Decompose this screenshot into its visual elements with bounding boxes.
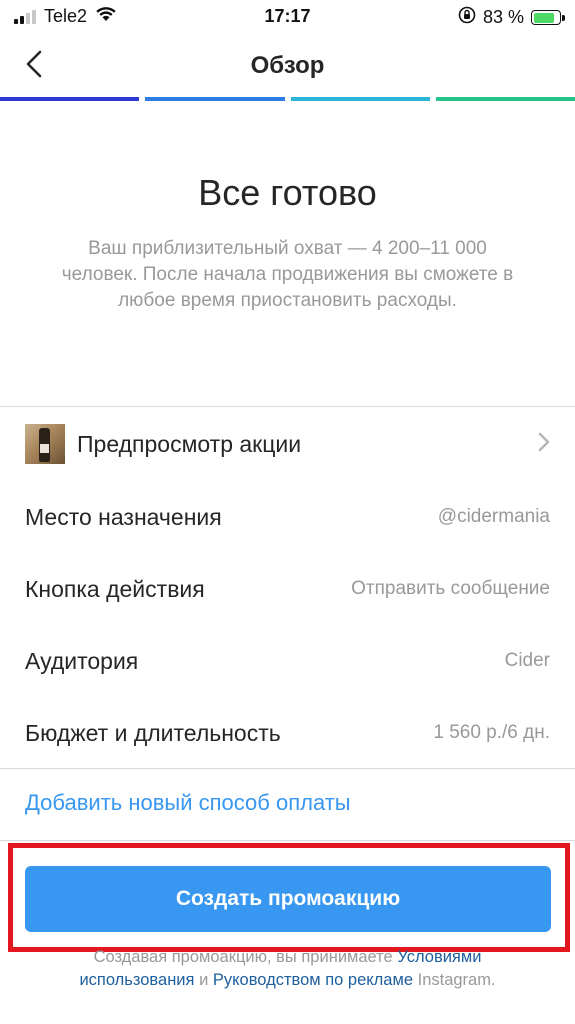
legal-suffix: Instagram. — [417, 971, 496, 989]
divider — [0, 768, 575, 769]
legal-conjunction: и — [199, 971, 209, 989]
battery-percent: 83 % — [482, 7, 524, 27]
status-bar: Tele2 17:17 83 % — [0, 0, 575, 34]
progress-segment-1 — [0, 97, 140, 101]
row-value: Отправить сообщение — [351, 578, 550, 599]
progress-segment-2 — [145, 97, 285, 101]
row-label: Бюджет и длительность — [25, 719, 281, 746]
row-budget-duration[interactable]: Бюджет и длительность 1 560 р./6 дн. — [0, 697, 575, 769]
row-value: Cider — [504, 650, 550, 671]
battery-icon — [531, 10, 565, 25]
promo-thumbnail — [25, 424, 65, 464]
add-payment-method-link[interactable]: Добавить новый способ оплаты — [25, 790, 351, 816]
page-title: Обзор — [250, 52, 325, 79]
row-action-button[interactable]: Кнопка действия Отправить сообщение — [0, 553, 575, 625]
row-promo-preview[interactable]: Предпросмотр акции — [0, 408, 575, 480]
divider — [0, 406, 575, 407]
row-audience[interactable]: Аудитория Cider — [0, 625, 575, 697]
row-label: Кнопка действия — [25, 575, 205, 602]
create-promotion-button[interactable]: Создать промоакцию — [25, 866, 551, 932]
ad-guidelines-link[interactable]: Руководством по рекламе — [213, 971, 413, 989]
legal-prefix: Создавая промоакцию, вы принимаете — [93, 948, 393, 966]
legal-notice: Создавая промоакцию, вы принимаете Услов… — [40, 946, 535, 992]
row-label: Предпросмотр акции — [77, 430, 302, 457]
progress-segment-4 — [435, 97, 575, 101]
nav-bar: Обзор — [0, 34, 575, 96]
rotation-lock-icon — [458, 6, 476, 29]
row-label: Аудитория — [25, 647, 139, 674]
row-label: Место назначения — [25, 503, 222, 530]
divider — [0, 840, 575, 841]
reach-description: Ваш приблизительный охват — 4 200–11 000… — [61, 238, 514, 311]
row-destination[interactable]: Место назначения @cidermania — [0, 481, 575, 553]
status-right: 83 % — [458, 6, 565, 29]
row-value: 1 560 р./6 дн. — [433, 722, 550, 743]
hero-title: Все готово — [198, 172, 377, 213]
chevron-right-icon — [538, 432, 550, 457]
row-value: @cidermania — [437, 506, 550, 527]
step-progress — [0, 97, 575, 101]
progress-segment-3 — [290, 97, 430, 101]
